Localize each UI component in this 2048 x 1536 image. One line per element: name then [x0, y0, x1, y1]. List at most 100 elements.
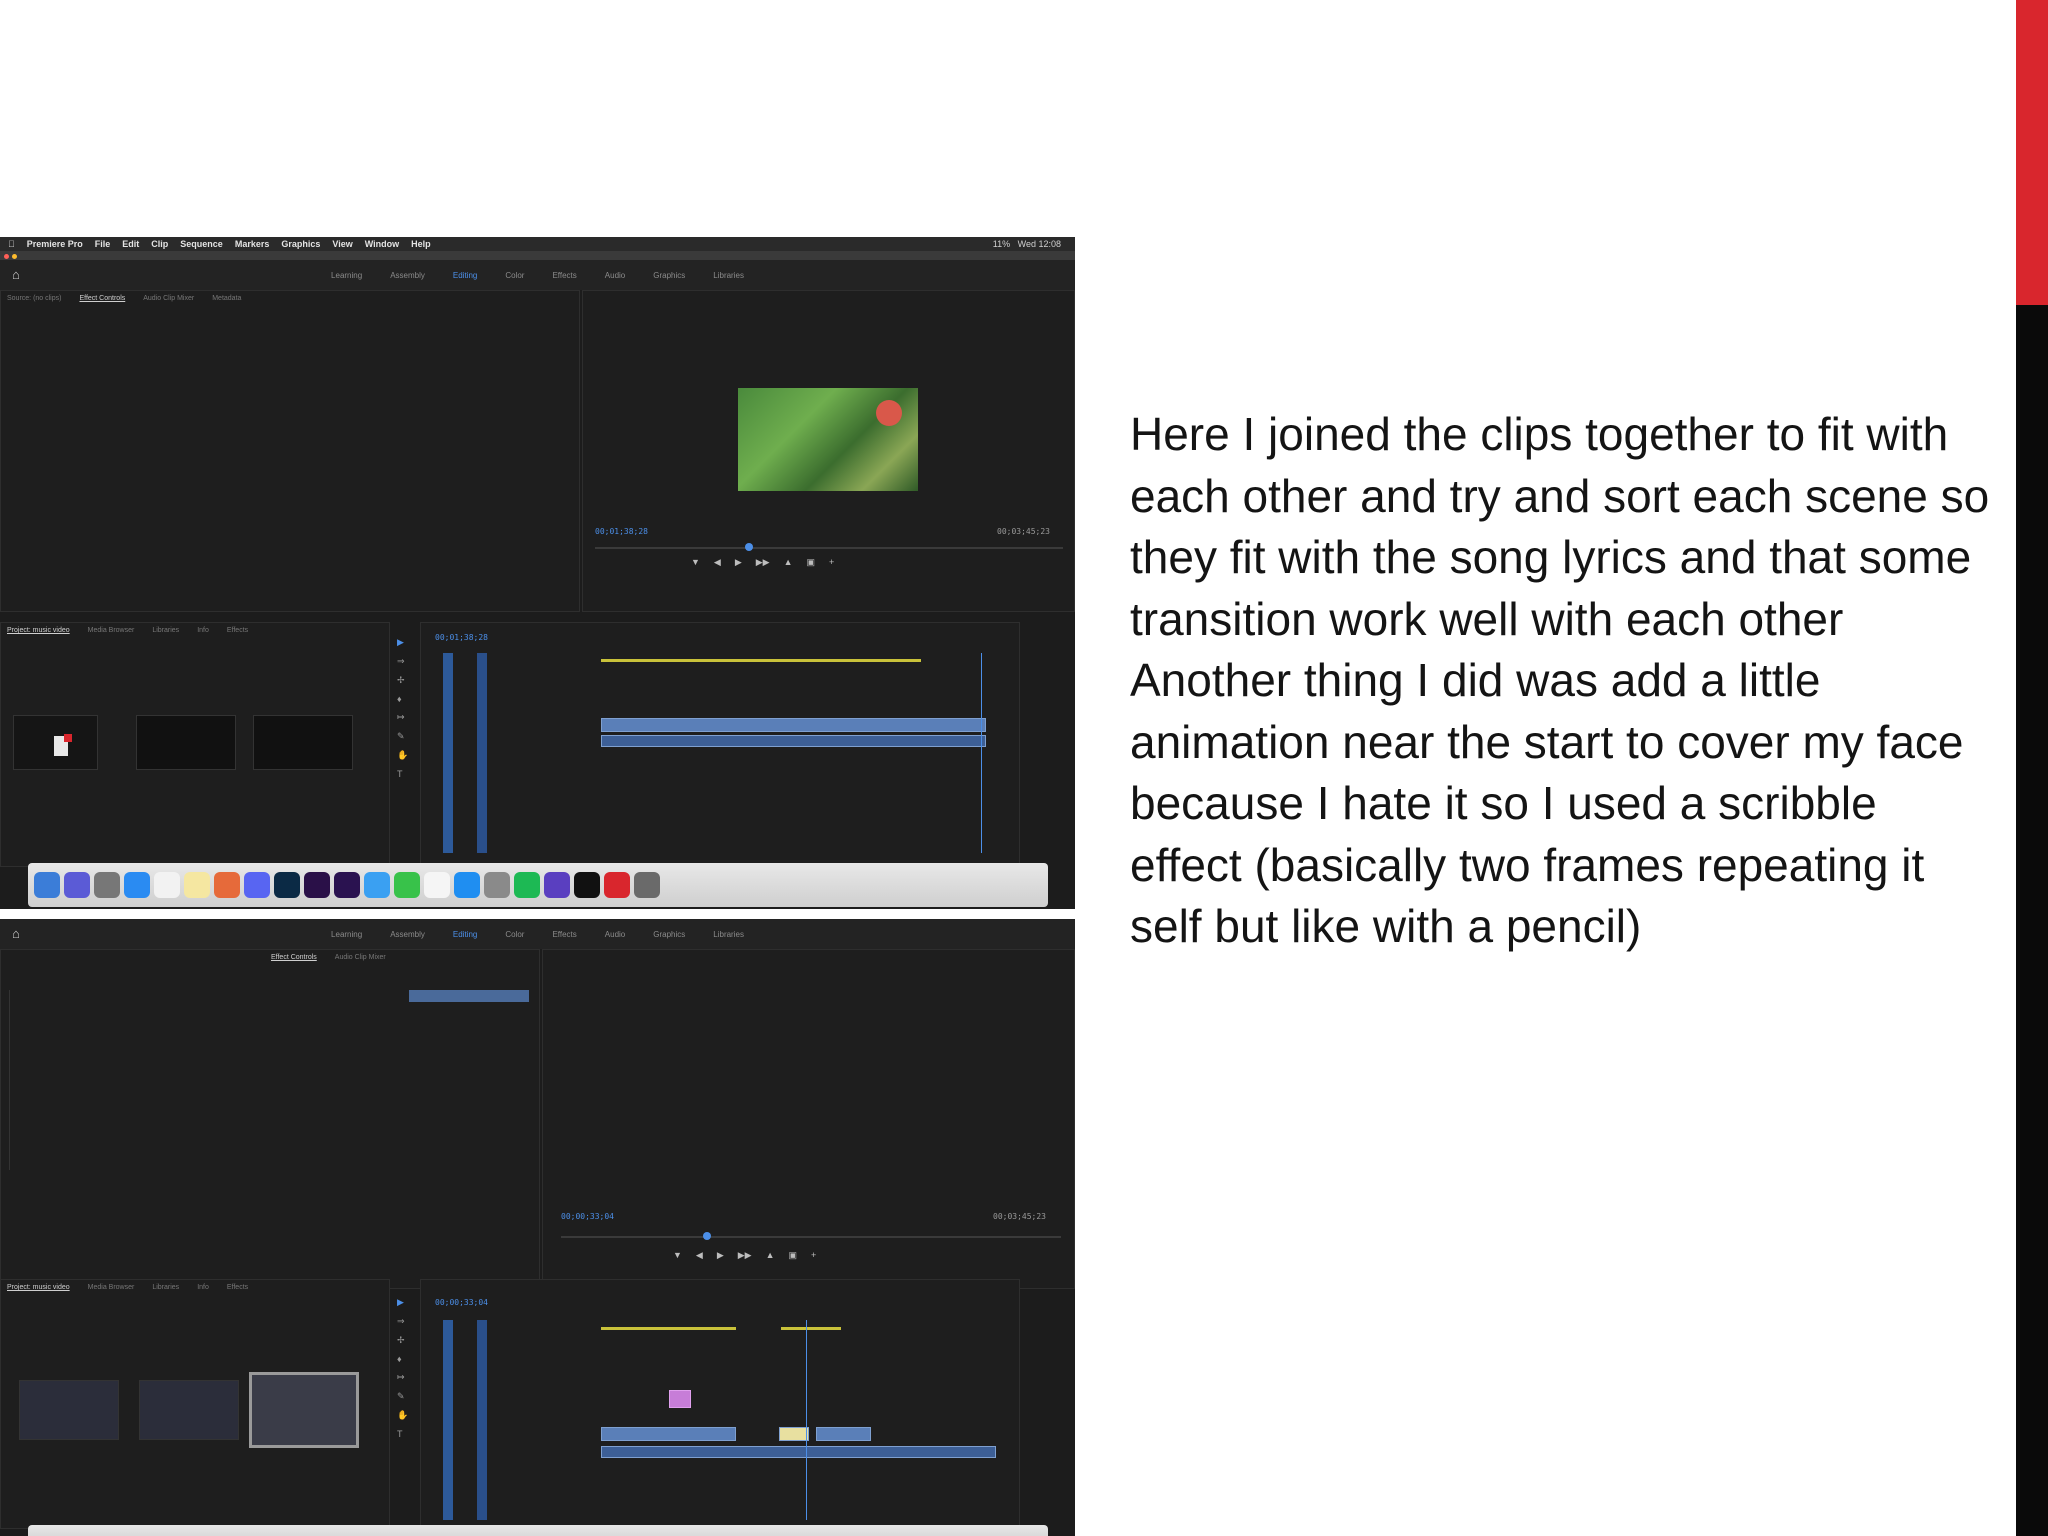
project-clip-thumb[interactable]	[13, 715, 98, 770]
program-playhead[interactable]	[703, 1232, 711, 1240]
itunes-icon[interactable]	[424, 872, 450, 898]
video-track-clips[interactable]	[601, 718, 986, 732]
close-window-icon[interactable]	[4, 254, 9, 259]
clock[interactable]: Wed 12:08	[1018, 239, 1061, 249]
app-store-icon[interactable]	[454, 872, 480, 898]
slip-tool-icon[interactable]: ↦	[397, 1372, 409, 1383]
effect-clip-bar[interactable]	[409, 990, 529, 1002]
pen-tool-icon[interactable]: ✎	[397, 731, 409, 742]
program-timecode[interactable]: 00;00;33;04	[561, 1212, 614, 1221]
tab-audio-clip-mixer[interactable]: Audio Clip Mixer	[143, 295, 194, 302]
system-prefs-icon[interactable]	[484, 872, 510, 898]
track-targets[interactable]	[443, 1320, 453, 1520]
track-targets[interactable]	[443, 653, 453, 853]
program-playhead[interactable]	[745, 543, 753, 551]
launchpad-icon[interactable]	[94, 872, 120, 898]
mark-in-icon[interactable]: ▼	[673, 1250, 682, 1261]
discord-icon[interactable]	[244, 872, 270, 898]
workspace-graphics[interactable]: Graphics	[653, 271, 685, 280]
workspace-editing[interactable]: Editing	[453, 271, 477, 280]
razor-tool-icon[interactable]: ♦	[397, 694, 409, 704]
spotify-icon[interactable]	[514, 872, 540, 898]
step-forward-icon[interactable]: ▶▶	[756, 557, 770, 568]
tab-libraries[interactable]: Libraries	[152, 627, 179, 634]
premiere-icon[interactable]	[334, 872, 360, 898]
messages-icon[interactable]	[364, 872, 390, 898]
menu-markers[interactable]: Markers	[235, 239, 270, 249]
tab-media-browser[interactable]: Media Browser	[88, 627, 135, 634]
photos-icon[interactable]	[214, 872, 240, 898]
menu-view[interactable]: View	[332, 239, 352, 249]
menu-graphics[interactable]: Graphics	[281, 239, 320, 249]
export-frame-icon[interactable]: ▣	[789, 1250, 798, 1261]
hand-tool-icon[interactable]: ✋	[397, 750, 409, 761]
project-clip-thumb-selected[interactable]	[249, 1372, 359, 1448]
home-icon[interactable]: ⌂	[12, 927, 24, 940]
tab-audio-clip-mixer[interactable]: Audio Clip Mixer	[335, 954, 386, 961]
track-select-icon[interactable]: ⇒	[397, 1316, 409, 1327]
workspace-editing[interactable]: Editing	[453, 930, 477, 939]
work-area-bar[interactable]	[601, 1327, 736, 1330]
safari-icon[interactable]	[124, 872, 150, 898]
workspace-audio[interactable]: Audio	[605, 930, 625, 939]
workspace-color[interactable]: Color	[505, 930, 524, 939]
minimize-window-icon[interactable]	[12, 254, 17, 259]
type-tool-icon[interactable]: T	[397, 769, 409, 779]
tab-info[interactable]: Info	[197, 1284, 209, 1291]
after-effects-icon[interactable]	[304, 872, 330, 898]
menu-window[interactable]: Window	[365, 239, 399, 249]
menu-file[interactable]: File	[95, 239, 111, 249]
tab-effects[interactable]: Effects	[227, 1284, 248, 1291]
tab-libraries[interactable]: Libraries	[152, 1284, 179, 1291]
work-area-bar[interactable]	[601, 659, 921, 662]
slip-tool-icon[interactable]: ↦	[397, 712, 409, 723]
menu-edit[interactable]: Edit	[122, 239, 139, 249]
tab-project[interactable]: Project: music video	[7, 627, 70, 634]
creative-cloud-icon[interactable]	[604, 872, 630, 898]
track-select-icon[interactable]: ⇒	[397, 656, 409, 667]
selection-tool-icon[interactable]: ▶	[397, 1297, 409, 1308]
sequence-timecode[interactable]: 00;01;38;28	[435, 633, 488, 642]
workspace-audio[interactable]: Audio	[605, 271, 625, 280]
step-back-icon[interactable]: ◀	[696, 1250, 703, 1261]
step-forward-icon[interactable]: ▶▶	[738, 1250, 752, 1261]
selected-clip[interactable]	[779, 1427, 809, 1441]
project-clip-thumb[interactable]	[19, 1380, 119, 1440]
facetime-icon[interactable]	[394, 872, 420, 898]
tab-effect-controls[interactable]: Effect Controls	[79, 295, 125, 302]
graphic-clip[interactable]	[669, 1390, 691, 1408]
add-button-icon[interactable]: +	[829, 557, 834, 568]
video-track-clips[interactable]	[601, 1427, 736, 1441]
battery-status[interactable]: 11%	[993, 239, 1010, 249]
lift-icon[interactable]: ▲	[784, 557, 793, 568]
workspace-effects[interactable]: Effects	[552, 930, 576, 939]
home-icon[interactable]: ⌂	[12, 268, 24, 281]
workspace-assembly[interactable]: Assembly	[390, 271, 425, 280]
workspace-assembly[interactable]: Assembly	[390, 930, 425, 939]
play-icon[interactable]: ▶	[717, 1250, 724, 1261]
add-button-icon[interactable]: +	[811, 1250, 816, 1261]
workspace-learning[interactable]: Learning	[331, 930, 362, 939]
workspace-learning[interactable]: Learning	[331, 271, 362, 280]
program-timecode[interactable]: 00;01;38;28	[595, 527, 648, 536]
apple-tv-icon[interactable]	[574, 872, 600, 898]
program-scrub-bar[interactable]	[561, 1236, 1061, 1238]
ripple-edit-icon[interactable]: ✢	[397, 675, 409, 686]
sequence-timecode[interactable]: 00;00;33;04	[435, 1298, 488, 1307]
tab-source[interactable]: Source: (no clips)	[7, 295, 61, 302]
work-area-bar[interactable]	[781, 1327, 841, 1330]
timeline-playhead[interactable]	[806, 1320, 807, 1520]
workspace-color[interactable]: Color	[505, 271, 524, 280]
program-scrub-bar[interactable]	[595, 547, 1063, 549]
export-frame-icon[interactable]: ▣	[807, 557, 816, 568]
photoshop-icon[interactable]	[274, 872, 300, 898]
finder-icon[interactable]	[34, 872, 60, 898]
track-sync-locks[interactable]	[477, 653, 487, 853]
workspace-libraries[interactable]: Libraries	[713, 271, 744, 280]
mark-in-icon[interactable]: ▼	[691, 557, 700, 568]
pen-tool-icon[interactable]: ✎	[397, 1391, 409, 1402]
tab-effects[interactable]: Effects	[227, 627, 248, 634]
audio-track-clips[interactable]	[601, 735, 986, 747]
video-track-clips[interactable]	[816, 1427, 871, 1441]
app-name[interactable]: Premiere Pro	[27, 239, 83, 249]
